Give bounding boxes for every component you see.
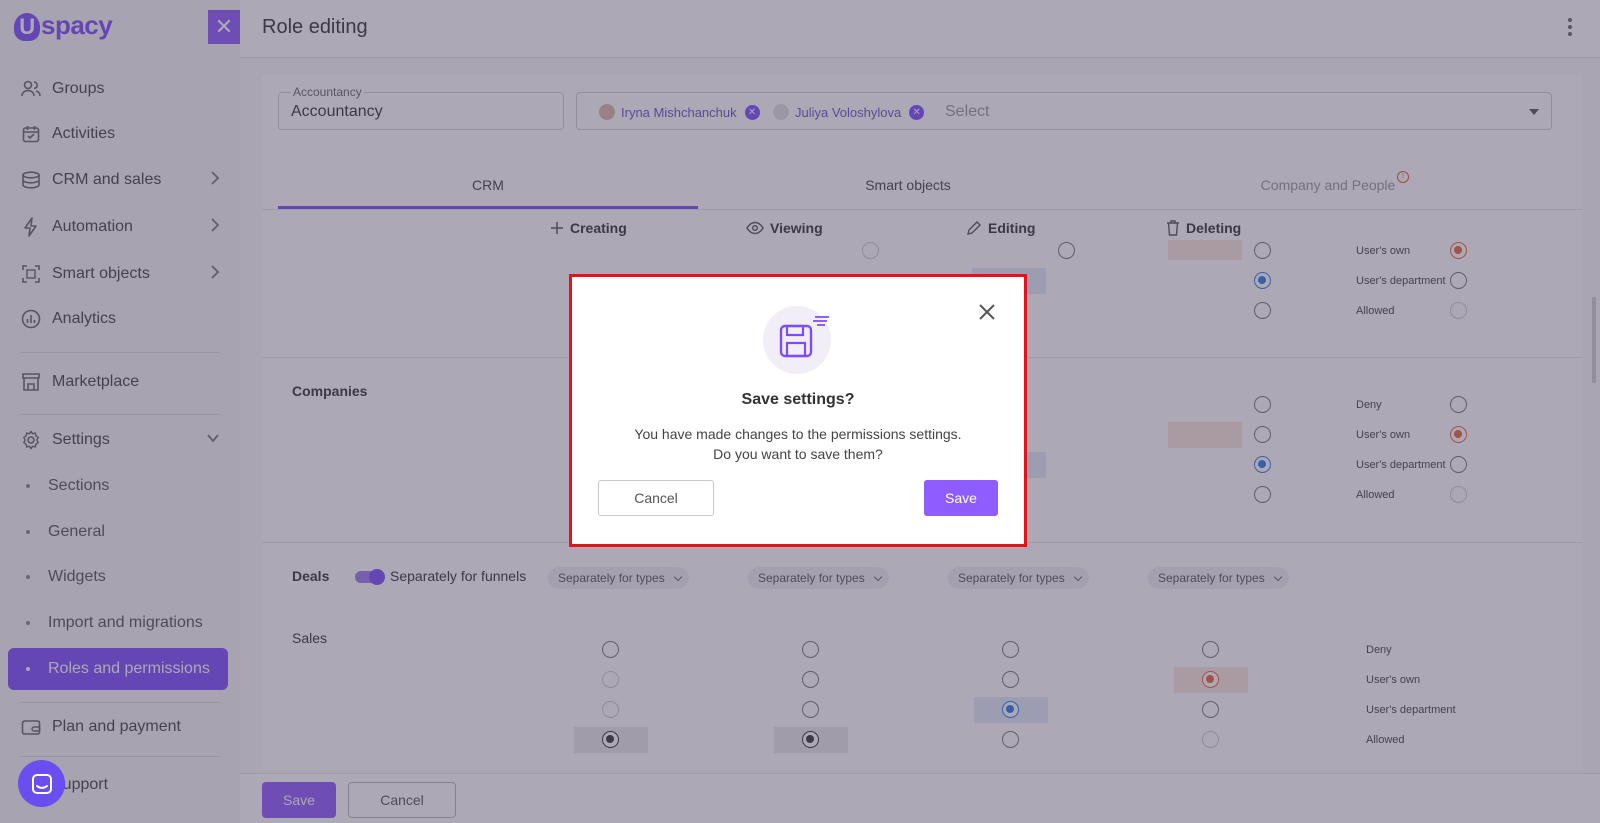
floppy-disk-icon <box>763 306 831 374</box>
dialog-message: You have made changes to the permissions… <box>572 424 1024 464</box>
dialog-save-button[interactable]: Save <box>924 480 998 516</box>
save-settings-dialog: Save settings? You have made changes to … <box>569 274 1027 547</box>
chat-icon <box>31 773 52 794</box>
dialog-message-line: You have made changes to the permissions… <box>634 426 962 442</box>
close-icon[interactable] <box>978 303 996 321</box>
dialog-cancel-button[interactable]: Cancel <box>598 480 714 516</box>
chat-button[interactable] <box>18 760 65 807</box>
dialog-title: Save settings? <box>741 391 855 408</box>
dialog-message-line: Do you want to save them? <box>713 446 883 462</box>
